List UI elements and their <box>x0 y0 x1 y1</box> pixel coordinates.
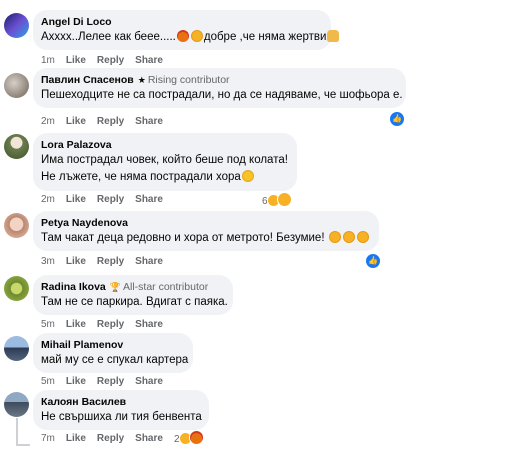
commenter-name[interactable]: Lora Palazova <box>41 138 287 152</box>
like-button[interactable]: Like <box>66 116 86 127</box>
commenter-name[interactable]: Калоян Василев <box>41 395 199 409</box>
timestamp[interactable]: 2m <box>41 116 55 127</box>
avatar[interactable] <box>4 276 29 301</box>
comment-text: май му се е спукал картера <box>41 354 189 366</box>
sad-emoji-icon <box>190 30 203 42</box>
avatar[interactable] <box>4 213 29 238</box>
comment-actions: 3m Like Reply Share <box>41 256 174 267</box>
smile-emoji-icon <box>241 170 254 182</box>
reply-button[interactable]: Reply <box>97 116 124 127</box>
comment-text: Там чакат деца редовно и хора от метрото… <box>41 230 369 247</box>
comment-text: Ахххх..Лелее как бееe..... добре ,че няма… <box>41 29 340 46</box>
contributor-badge: ★ Rising contributor <box>137 74 230 86</box>
reply-button[interactable]: Reply <box>97 433 124 444</box>
comment-bubble: Radina Ikova 🏆 All-star contributor Там не… <box>33 275 233 315</box>
timestamp[interactable]: 1m <box>41 55 55 66</box>
contributor-badge: 🏆 All-star contributor <box>109 281 209 293</box>
comment-text: Там не се паркира. Вдигат с паяка. <box>41 296 228 308</box>
comment-bubble: Petya Naydenova Там чакат деца редовно и… <box>33 211 379 251</box>
comment-actions: 5m Like Reply Share <box>41 319 174 330</box>
thread-line <box>16 418 30 446</box>
commenter-name[interactable]: Mihail Plamenov <box>41 338 183 352</box>
comment-bubble: Angel Di Loco Ахххх..Лелее как бееe.....… <box>33 10 340 50</box>
share-button[interactable]: Share <box>135 376 163 387</box>
commenter-name[interactable]: Petya Naydenova <box>41 216 369 230</box>
avatar[interactable] <box>4 73 29 98</box>
timestamp[interactable]: 3m <box>41 256 55 267</box>
avatar[interactable] <box>4 392 29 417</box>
avatar[interactable] <box>4 336 29 361</box>
comment-text: Не лъжете, че няма пострадали хора <box>41 169 287 186</box>
comment-bubble: Калоян Василев Не свършиха ли тия бенвен… <box>33 390 209 430</box>
comment-text: Пешеходците не са пострадали, но да се н… <box>41 89 403 101</box>
comment-text: Не свършиха ли тия бенвента <box>41 411 202 423</box>
reply-button[interactable]: Reply <box>97 319 124 330</box>
timestamp[interactable]: 5m <box>41 376 55 387</box>
like-button[interactable]: Like <box>66 376 86 387</box>
trophy-icon: 🏆 <box>109 282 121 292</box>
reply-button[interactable]: Reply <box>97 194 124 205</box>
like-reaction-icon[interactable]: 👍 <box>389 111 405 127</box>
comment-bubble: Павлин Спасенов ★ Rising contributor Пешех… <box>33 68 406 108</box>
comment-actions: 2m Like Reply Share <box>41 116 174 127</box>
sad-emoji-icon <box>342 231 355 243</box>
reply-button[interactable]: Reply <box>97 55 124 66</box>
like-button[interactable]: Like <box>66 433 86 444</box>
comment-text: Има пострадал човек, който беше под кола… <box>41 154 288 166</box>
share-button[interactable]: Share <box>135 319 163 330</box>
wow-reaction-icon <box>277 192 293 207</box>
comment-actions: 1m Like Reply Share <box>41 55 174 66</box>
share-button[interactable]: Share <box>135 256 163 267</box>
like-button[interactable]: Like <box>66 256 86 267</box>
commenter-name: Павлин Спасенов ★ Rising contributor <box>41 74 230 86</box>
commenter-name[interactable]: Angel Di Loco <box>41 15 321 29</box>
timestamp[interactable]: 7m <box>41 433 55 444</box>
commenter-name: Radina Ikova 🏆 All-star contributor <box>41 281 209 293</box>
star-icon: ★ <box>137 75 146 85</box>
reply-button[interactable]: Reply <box>97 376 124 387</box>
comment-bubble: Lora Palazova Има пострадал човек, който… <box>33 133 297 191</box>
share-button[interactable]: Share <box>135 116 163 127</box>
comment-actions: 2m Like Reply Share <box>41 194 174 205</box>
sad-emoji-icon <box>356 231 369 243</box>
like-button[interactable]: Like <box>66 194 86 205</box>
like-button[interactable]: Like <box>66 55 86 66</box>
share-button[interactable]: Share <box>135 55 163 66</box>
avatar[interactable] <box>4 13 29 38</box>
reaction-summary[interactable]: 6 <box>262 192 293 207</box>
sad-emoji-icon <box>328 231 341 243</box>
share-button[interactable]: Share <box>135 194 163 205</box>
comment-actions: 7m Like Reply Share <box>41 433 174 444</box>
angry-emoji-icon <box>176 30 189 42</box>
comment-bubble: Mihail Plamenov май му се е спукал карте… <box>33 333 193 373</box>
reply-button[interactable]: Reply <box>97 256 124 267</box>
angry-reaction-icon <box>189 430 205 445</box>
timestamp[interactable]: 2m <box>41 194 55 205</box>
comment-actions: 5m Like Reply Share <box>41 376 174 387</box>
timestamp[interactable]: 5m <box>41 319 55 330</box>
like-button[interactable]: Like <box>66 319 86 330</box>
share-button[interactable]: Share <box>135 433 163 444</box>
avatar[interactable] <box>4 134 29 159</box>
like-reaction-icon[interactable]: 👍 <box>365 253 381 269</box>
pray-emoji-icon <box>327 30 340 42</box>
reaction-summary[interactable]: 2 <box>174 430 205 445</box>
